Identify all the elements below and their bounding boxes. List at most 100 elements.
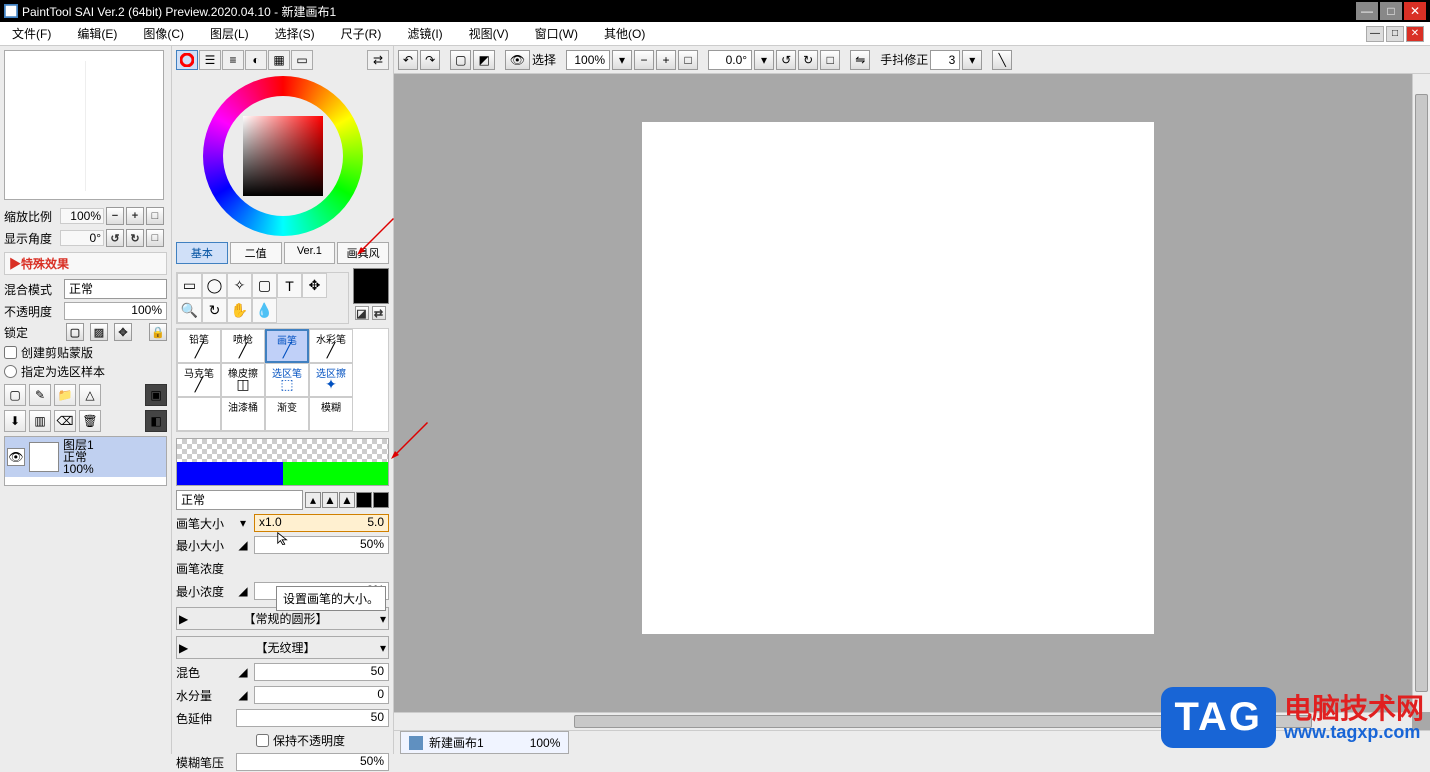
color-swap-icon[interactable]: ⇄ xyxy=(367,50,389,70)
size-dot-4[interactable]: ■ xyxy=(356,492,372,508)
size-dropdown-icon[interactable]: ▾ xyxy=(236,516,250,530)
water-icon[interactable]: ◢ xyxy=(236,688,250,702)
rotate-cw-canvas-button[interactable]: ↻ xyxy=(798,50,818,70)
show-select-button[interactable]: 👁 xyxy=(505,50,530,70)
grayscale-icon[interactable]: ◐ xyxy=(245,50,267,70)
wand-tool[interactable]: ✧ xyxy=(227,273,252,298)
doc-close-button[interactable]: ✕ xyxy=(1406,26,1424,42)
selection-template-radio[interactable] xyxy=(4,365,17,378)
mindensity-icon[interactable]: ◢ xyxy=(236,584,250,598)
viewport[interactable] xyxy=(394,74,1430,730)
undo-button[interactable]: ↶ xyxy=(398,50,418,70)
brush-airbrush[interactable]: 喷枪╱ xyxy=(221,329,265,363)
brush-pencil[interactable]: 铅笔╱ xyxy=(177,329,221,363)
marquee-tool[interactable]: ▭ xyxy=(177,273,202,298)
menu-file[interactable]: 文件(F) xyxy=(6,23,57,44)
rgb-sliders-icon[interactable]: ≡ xyxy=(222,50,244,70)
doc-minimize-button[interactable]: — xyxy=(1366,26,1384,42)
brush-empty[interactable] xyxy=(177,397,221,431)
rotate-ccw-button[interactable]: ↺ xyxy=(106,229,124,247)
menu-layer[interactable]: 图层(L) xyxy=(204,23,255,44)
lasso-tool[interactable]: ◯ xyxy=(202,273,227,298)
menu-ruler[interactable]: 尺子(R) xyxy=(335,23,388,44)
size-dot-1[interactable]: ▴ xyxy=(305,492,321,508)
rotate-reset-canvas-button[interactable]: □ xyxy=(820,50,840,70)
menu-image[interactable]: 图像(C) xyxy=(137,23,190,44)
rotate-tool[interactable]: ↻ xyxy=(202,298,227,323)
lock-alpha-button[interactable]: ▨ xyxy=(90,323,108,341)
color-wheel-icon[interactable] xyxy=(176,50,198,70)
hand-tool[interactable]: ✋ xyxy=(227,298,252,323)
menu-view[interactable]: 视图(V) xyxy=(463,23,515,44)
new-layer-button[interactable]: ▢ xyxy=(4,384,26,406)
size-dot-2[interactable]: ▲ xyxy=(322,492,338,508)
menu-window[interactable]: 窗口(W) xyxy=(529,23,584,44)
menu-filter[interactable]: 滤镜(I) xyxy=(401,23,448,44)
rotate-cw-button[interactable]: ↻ xyxy=(126,229,144,247)
zoom-in-canvas-button[interactable]: + xyxy=(656,50,676,70)
hsl-sliders-icon[interactable]: ☰ xyxy=(199,50,221,70)
invert-select-button[interactable]: ◩ xyxy=(473,50,494,70)
stabilizer-dropdown[interactable]: ▾ xyxy=(962,50,982,70)
brush-marker[interactable]: 马克笔╱ xyxy=(177,363,221,397)
transfer-down-button[interactable]: ▥ xyxy=(29,410,51,432)
lock-all-button[interactable]: 🔒 xyxy=(149,323,167,341)
tool-tab-paint[interactable]: 画具风 xyxy=(337,242,389,264)
minimize-button[interactable]: — xyxy=(1356,2,1378,20)
special-effects-section[interactable]: ▶特殊效果 xyxy=(4,252,167,275)
clipping-mask-checkbox[interactable] xyxy=(4,346,17,359)
perspective-button[interactable]: △ xyxy=(79,384,101,406)
rotate-ccw-canvas-button[interactable]: ↺ xyxy=(776,50,796,70)
line-tool-button[interactable]: ╲ xyxy=(992,50,1012,70)
flip-button[interactable]: ⇋ xyxy=(850,50,870,70)
zoom-fit-button[interactable]: □ xyxy=(678,50,698,70)
swatches-icon[interactable]: ▦ xyxy=(268,50,290,70)
stabilizer-input[interactable] xyxy=(930,50,960,70)
brush-texture-select[interactable]: ▶ 【无纹理】 ▾ xyxy=(176,636,389,659)
redo-button[interactable]: ↷ xyxy=(420,50,440,70)
zoom-dropdown[interactable]: ▾ xyxy=(612,50,632,70)
brush-brush[interactable]: 画笔╱ xyxy=(265,329,309,363)
zoom-tool[interactable]: 🔍 xyxy=(177,298,202,323)
brush-select-pen[interactable]: 选区笔⬚ xyxy=(265,363,309,397)
layer-visibility-icon[interactable]: 👁 xyxy=(7,448,25,466)
move-tool[interactable]: ✥ xyxy=(302,273,327,298)
canvas[interactable] xyxy=(642,122,1154,634)
mask-button[interactable]: ▣ xyxy=(145,384,167,406)
size-dot-3[interactable]: ▲ xyxy=(339,492,355,508)
tool-tab-basic[interactable]: 基本 xyxy=(176,242,228,264)
rotate-reset-button[interactable]: □ xyxy=(146,229,164,247)
apply-mask-button[interactable]: ◧ xyxy=(145,410,167,432)
tool-tab-ver1[interactable]: Ver.1 xyxy=(284,242,336,264)
opacity-value[interactable]: 100% xyxy=(64,302,167,320)
menu-edit[interactable]: 编辑(E) xyxy=(71,23,123,44)
keep-alpha-checkbox[interactable] xyxy=(256,734,269,747)
default-colors-icon[interactable]: ◪ xyxy=(355,306,369,320)
scratchpad-icon[interactable]: ▭ xyxy=(291,50,313,70)
deselect-button[interactable]: ▢ xyxy=(450,50,471,70)
maximize-button[interactable]: □ xyxy=(1380,2,1402,20)
vertical-scrollbar[interactable] xyxy=(1412,74,1430,712)
menu-other[interactable]: 其他(O) xyxy=(598,23,651,44)
zoom-reset-button[interactable]: □ xyxy=(146,207,164,225)
zoom-value[interactable]: 100% xyxy=(60,208,104,224)
color-wheel[interactable] xyxy=(203,76,363,236)
minsize-icon[interactable]: ◢ xyxy=(236,538,250,552)
color-preview[interactable] xyxy=(353,268,389,304)
navigator-thumbnail[interactable] xyxy=(4,50,164,200)
zoom-in-button[interactable]: + xyxy=(126,207,144,225)
close-button[interactable]: ✕ xyxy=(1404,2,1426,20)
document-tab[interactable]: 新建画布1 100% xyxy=(400,731,569,754)
size-dot-5[interactable]: ■ xyxy=(373,492,389,508)
angle-input[interactable] xyxy=(708,50,752,70)
doc-maximize-button[interactable]: □ xyxy=(1386,26,1404,42)
brush-gradient[interactable]: 渐变 xyxy=(265,397,309,431)
min-size-input[interactable]: 50% xyxy=(254,536,389,554)
clear-layer-button[interactable]: ⌫ xyxy=(54,410,76,432)
delete-layer-button[interactable]: 🗑 xyxy=(79,410,101,432)
swap-colors-icon[interactable]: ⇄ xyxy=(372,306,386,320)
brush-eraser[interactable]: 橡皮擦◫ xyxy=(221,363,265,397)
text-tool[interactable]: T xyxy=(277,273,302,298)
layer-item[interactable]: 👁 图层1 正常 100% xyxy=(5,437,166,477)
brush-bucket[interactable]: 油漆桶 xyxy=(221,397,265,431)
